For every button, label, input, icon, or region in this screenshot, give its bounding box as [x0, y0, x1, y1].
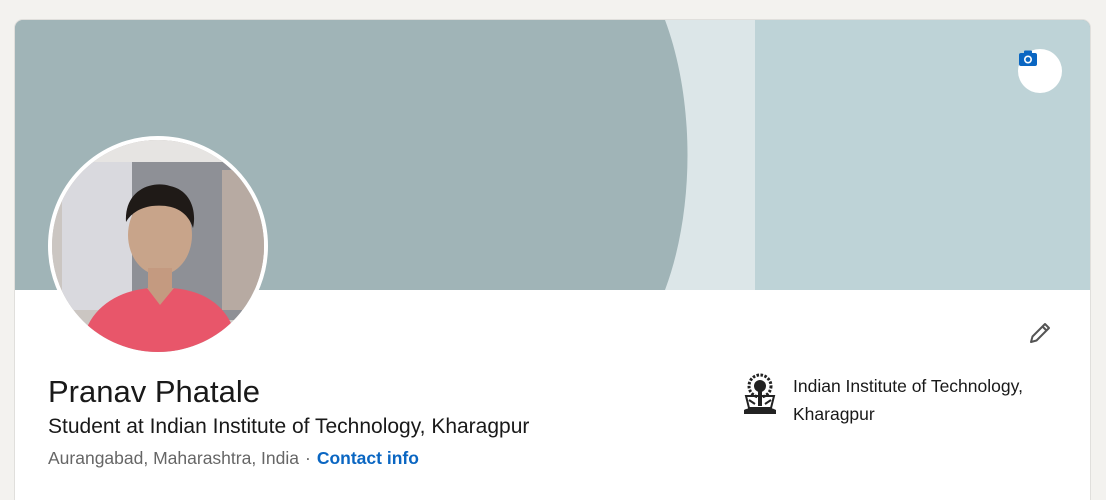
profile-headline: Student at Indian Institute of Technolog… [48, 415, 530, 438]
iit-kharagpur-crest-icon [744, 373, 776, 414]
pencil-icon [1030, 323, 1050, 343]
contact-info-link[interactable]: Contact info [317, 448, 419, 468]
profile-name: Pranav Phatale [48, 374, 260, 409]
profile-photo[interactable] [48, 136, 268, 356]
edit-intro-button[interactable] [1020, 313, 1060, 353]
education-entry[interactable]: Indian Institute of Technology, Kharagpu… [739, 372, 1023, 428]
education-school-name: Indian Institute of Technology, Kharagpu… [793, 376, 1023, 424]
location-row: Aurangabad, Maharashtra, India · Contact i… [48, 446, 419, 470]
camera-icon [1019, 50, 1037, 66]
avatar [52, 140, 264, 352]
edit-cover-button[interactable] [1018, 49, 1062, 93]
location-separator: · [305, 448, 311, 468]
profile-location: Aurangabad, Maharashtra, India [48, 448, 299, 468]
profile-card: Pranav Phatale Student at Indian Institu… [15, 20, 1090, 500]
